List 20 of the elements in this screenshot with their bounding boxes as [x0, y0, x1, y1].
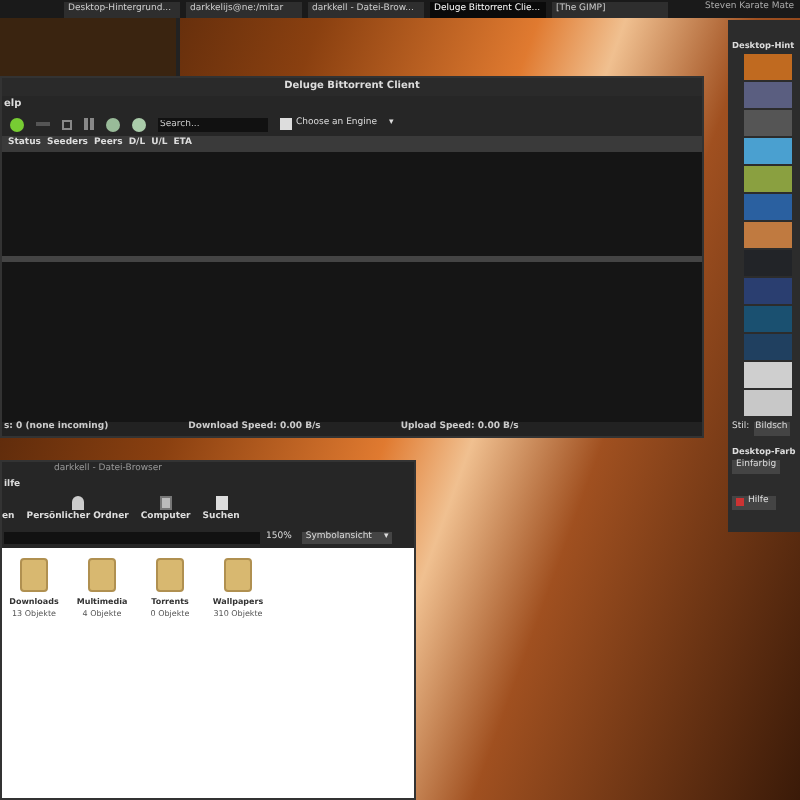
wallpaper-thumbnail[interactable] — [744, 250, 792, 277]
folder-icon[interactable] — [156, 558, 184, 592]
add-icon[interactable] — [10, 117, 24, 131]
wallpaper-thumbnail[interactable] — [744, 138, 792, 165]
folder-icon[interactable] — [20, 558, 48, 592]
wallpaper-thumbnail[interactable] — [744, 194, 792, 221]
wallpaper-thumbnail[interactable] — [744, 390, 792, 417]
wallpaper-thumbnail[interactable] — [744, 222, 792, 249]
wallpaper-thumbnail[interactable] — [744, 110, 792, 137]
wallpaper-thumbnail[interactable] — [744, 362, 792, 389]
wallpaper-thumbnail[interactable] — [744, 166, 792, 193]
wallpaper-thumbnail[interactable] — [744, 278, 792, 305]
wallpaper-thumbnail[interactable] — [744, 54, 792, 81]
pause-icon[interactable] — [84, 118, 94, 130]
wallpaper-thumbnail[interactable] — [744, 82, 792, 109]
wallpaper-thumbnail[interactable] — [744, 334, 792, 361]
help-icon — [736, 498, 744, 507]
wallpaper-thumbnail[interactable] — [744, 306, 792, 333]
folder-icon[interactable] — [88, 558, 116, 592]
folder-icon[interactable] — [224, 558, 252, 592]
